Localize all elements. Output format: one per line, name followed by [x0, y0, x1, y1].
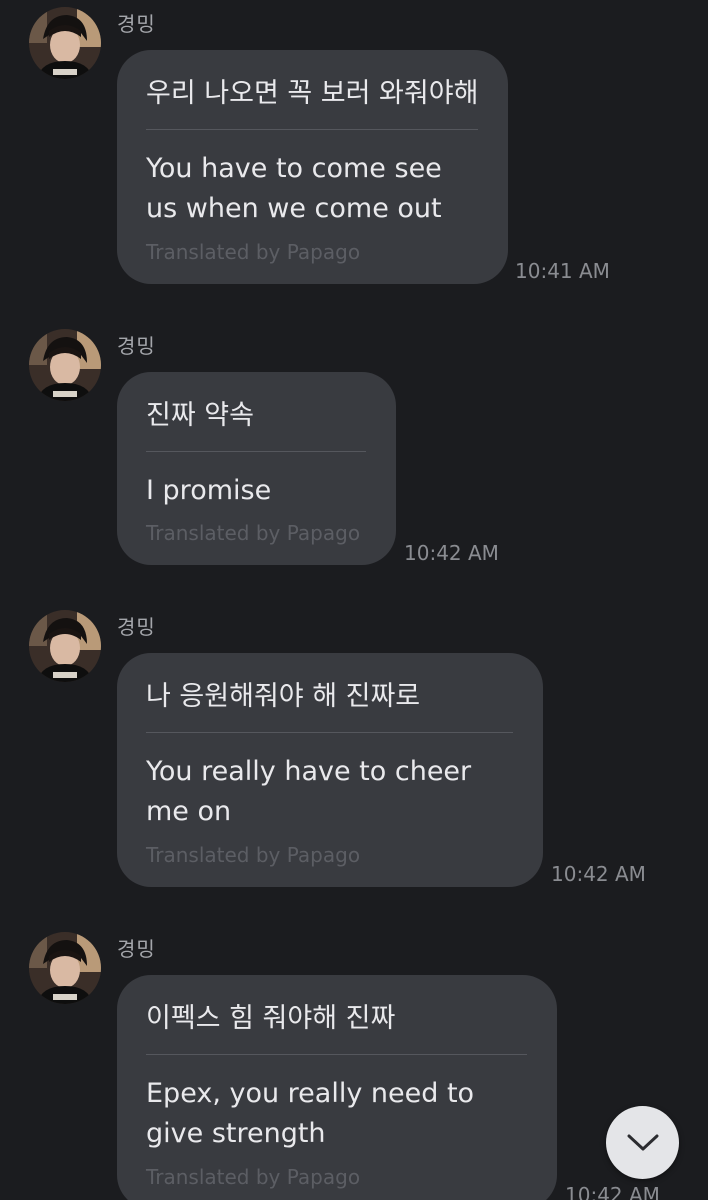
- divider: [146, 129, 478, 130]
- avatar[interactable]: [29, 7, 101, 79]
- timestamp: 10:42 AM: [551, 862, 646, 886]
- translated-text: You really have to cheer me on: [146, 756, 472, 827]
- chat-view[interactable]: 경밍 우리 나오면 꼭 보러 와줘야해 You have to come see…: [0, 0, 708, 1200]
- sender-name: 경밍: [117, 12, 156, 36]
- message-bubble[interactable]: 나 응원해줘야 해 진짜로 You really have to cheer m…: [117, 653, 543, 887]
- translation-credit: Translated by Papago: [146, 521, 361, 545]
- translated-text: You have to come see us when we come out: [146, 153, 442, 224]
- timestamp: 10:42 AM: [404, 541, 499, 565]
- message-bubble[interactable]: 우리 나오면 꼭 보러 와줘야해 You have to come see us…: [117, 50, 508, 284]
- original-text: 나 응원해줘야 해 진짜로: [146, 681, 421, 712]
- translated-text: Epex, you really need to give strength: [146, 1078, 475, 1149]
- avatar[interactable]: [29, 610, 101, 682]
- timestamp: 10:42 AM: [565, 1183, 660, 1200]
- message-bubble[interactable]: 진짜 약속 I promise Translated by Papago: [117, 372, 396, 565]
- sender-name: 경밍: [117, 334, 156, 358]
- chevron-down-icon: [627, 1134, 658, 1150]
- avatar[interactable]: [29, 932, 101, 1004]
- translation-credit: Translated by Papago: [146, 240, 361, 264]
- sender-name: 경밍: [117, 615, 156, 639]
- message-group: 경밍 우리 나오면 꼭 보러 와줘야해 You have to come see…: [0, 0, 708, 300]
- scroll-to-bottom-button[interactable]: [606, 1106, 679, 1179]
- sender-name: 경밍: [117, 937, 156, 961]
- original-text: 진짜 약속: [146, 400, 254, 431]
- original-text: 우리 나오면 꼭 보러 와줘야해: [146, 78, 479, 109]
- divider: [146, 732, 513, 733]
- message-group: 경밍 진짜 약속 I promise Translated by Papago …: [0, 322, 708, 582]
- timestamp: 10:41 AM: [515, 259, 610, 283]
- original-text: 이펙스 힘 줘야해 진짜: [146, 1003, 396, 1034]
- message-group: 경밍 나 응원해줘야 해 진짜로 You really have to chee…: [0, 603, 708, 903]
- translation-credit: Translated by Papago: [146, 1165, 361, 1189]
- message-bubble[interactable]: 이펙스 힘 줘야해 진짜 Epex, you really need to gi…: [117, 975, 557, 1200]
- message-group: 경밍 이펙스 힘 줘야해 진짜 Epex, you really need to…: [0, 925, 708, 1200]
- divider: [146, 451, 366, 452]
- translated-text: I promise: [146, 475, 272, 506]
- translation-credit: Translated by Papago: [146, 843, 361, 867]
- divider: [146, 1054, 527, 1055]
- avatar[interactable]: [29, 329, 101, 401]
